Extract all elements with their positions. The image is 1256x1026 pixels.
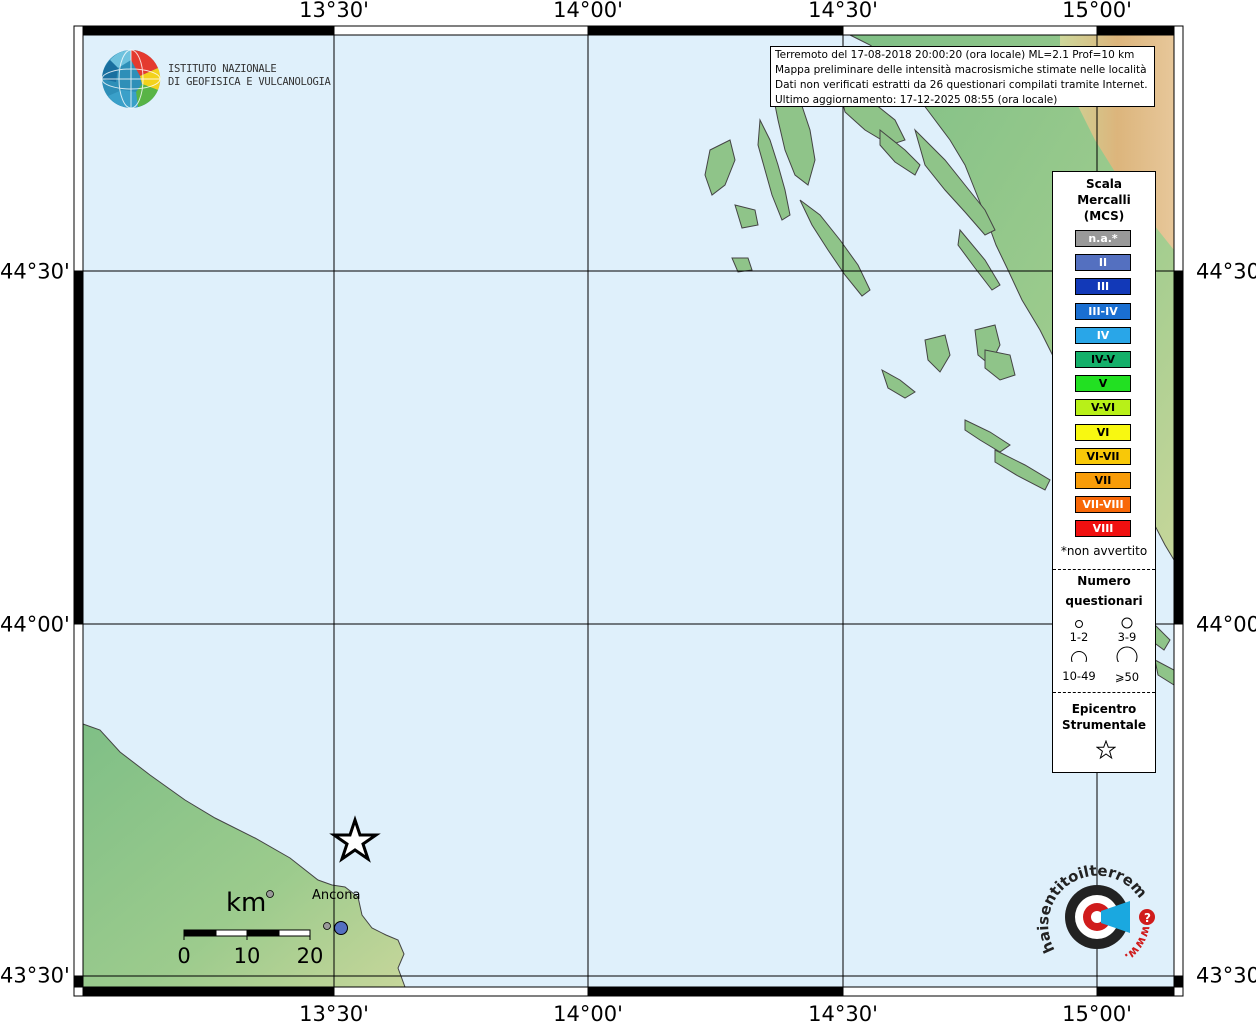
count-label: ⩾50 — [1114, 670, 1140, 684]
lat-label-left: 44°30' — [0, 259, 70, 284]
legend-title: Scala — [1085, 177, 1123, 191]
ingv-name-line1: ISTITUTO NAZIONALE — [168, 63, 277, 75]
event-info-line: Mappa preliminare delle intensità macros… — [775, 64, 1147, 76]
lon-label-top: 13°30' — [299, 0, 369, 22]
lat-label-right: 44°30' — [1196, 259, 1256, 284]
count-title: questionari — [1065, 594, 1143, 608]
lon-label-bottom: 14°00' — [553, 1002, 623, 1026]
legend-title: Mercalli — [1077, 193, 1131, 207]
event-info-line: Dati non verificati estratti da 26 quest… — [775, 79, 1148, 91]
observation-point — [323, 922, 331, 930]
lon-label-bottom: 14°30' — [808, 1002, 878, 1026]
legend-intensity-vii-viii: VII-VIII — [1075, 496, 1131, 514]
question-mark: ? — [1144, 911, 1151, 925]
legend-intensity-v-vi: V-VI — [1075, 399, 1131, 417]
lon-label-top: 14°00' — [553, 0, 623, 22]
legend-intensity-ii: II — [1075, 254, 1131, 272]
seismometer-logo-icon: ? haisentitoilterremoto.it www. — [1030, 841, 1155, 964]
scale-unit: km — [226, 888, 267, 918]
scale-tick-label: 20 — [296, 944, 324, 968]
lat-label-right: 44°00' — [1196, 612, 1256, 637]
lon-label-top: 14°30' — [808, 0, 878, 22]
legend-panel: Scala Mercalli (MCS) n.a.* II III III-IV IV I… — [1052, 171, 1156, 773]
lat-label-left: 43°30' — [0, 963, 70, 988]
epicenter-title: Strumentale — [1061, 718, 1147, 732]
event-info-line: Ultimo aggiornamento: 17-12-2025 08:55 (… — [775, 94, 1058, 106]
count-label: 3-9 — [1117, 630, 1137, 644]
legend-divider — [1053, 692, 1155, 693]
event-info-box: Terremoto del 17-08-2018 20:00:20 (ora l… — [770, 46, 1155, 107]
legend-intensity-v: V — [1075, 375, 1131, 393]
legend-intensity-iii-iv: III-IV — [1075, 302, 1131, 320]
legend-intensity-iii: III — [1075, 278, 1131, 296]
legend-divider — [1053, 569, 1155, 570]
legend-title: (MCS) — [1083, 209, 1125, 223]
ingv-globe-icon — [101, 49, 161, 109]
lat-label-right: 43°30' — [1196, 963, 1256, 988]
place-label: Ancona — [312, 888, 361, 903]
observation-point — [266, 890, 274, 898]
scale-tick-label: 0 — [177, 944, 191, 968]
ingv-name-line2: DI GEOFISICA E VULCANOLOGIA — [168, 76, 331, 88]
legend-intensity-viii: VIII — [1075, 520, 1131, 538]
legend-intensity-na: n.a.* — [1075, 230, 1131, 247]
star-outline-icon — [1096, 740, 1116, 760]
lon-label-bottom: 15°00' — [1062, 1002, 1132, 1026]
count-label: 10-49 — [1062, 669, 1096, 683]
legend-intensity-vii: VII — [1075, 472, 1131, 489]
scale-tick-label: 10 — [233, 944, 261, 968]
legend-intensity-iv: IV — [1075, 326, 1131, 344]
legend-intensity-vi-vii: VI-VII — [1075, 447, 1131, 465]
lon-label-bottom: 13°30' — [299, 1002, 369, 1026]
legend-intensity-vi: VI — [1075, 423, 1131, 441]
event-info-line: Terremoto del 17-08-2018 20:00:20 (ora l… — [775, 49, 1135, 61]
observation-point — [334, 921, 348, 935]
count-label: 1-2 — [1069, 630, 1089, 644]
lon-label-top: 15°00' — [1062, 0, 1132, 22]
count-title: Numero — [1077, 574, 1131, 588]
legend-intensity-iv-v: IV-V — [1075, 351, 1131, 368]
lat-label-left: 44°00' — [0, 612, 70, 637]
haisentito-logo: ? haisentitoilterremoto.it www. — [1030, 841, 1160, 980]
ingv-logo-text: ISTITUTO NAZIONALE DI GEOFISICA E VULCAN… — [168, 63, 331, 89]
legend-footnote: *non avvertito — [1060, 544, 1148, 558]
epicenter-title: Epicentro — [1071, 702, 1137, 716]
